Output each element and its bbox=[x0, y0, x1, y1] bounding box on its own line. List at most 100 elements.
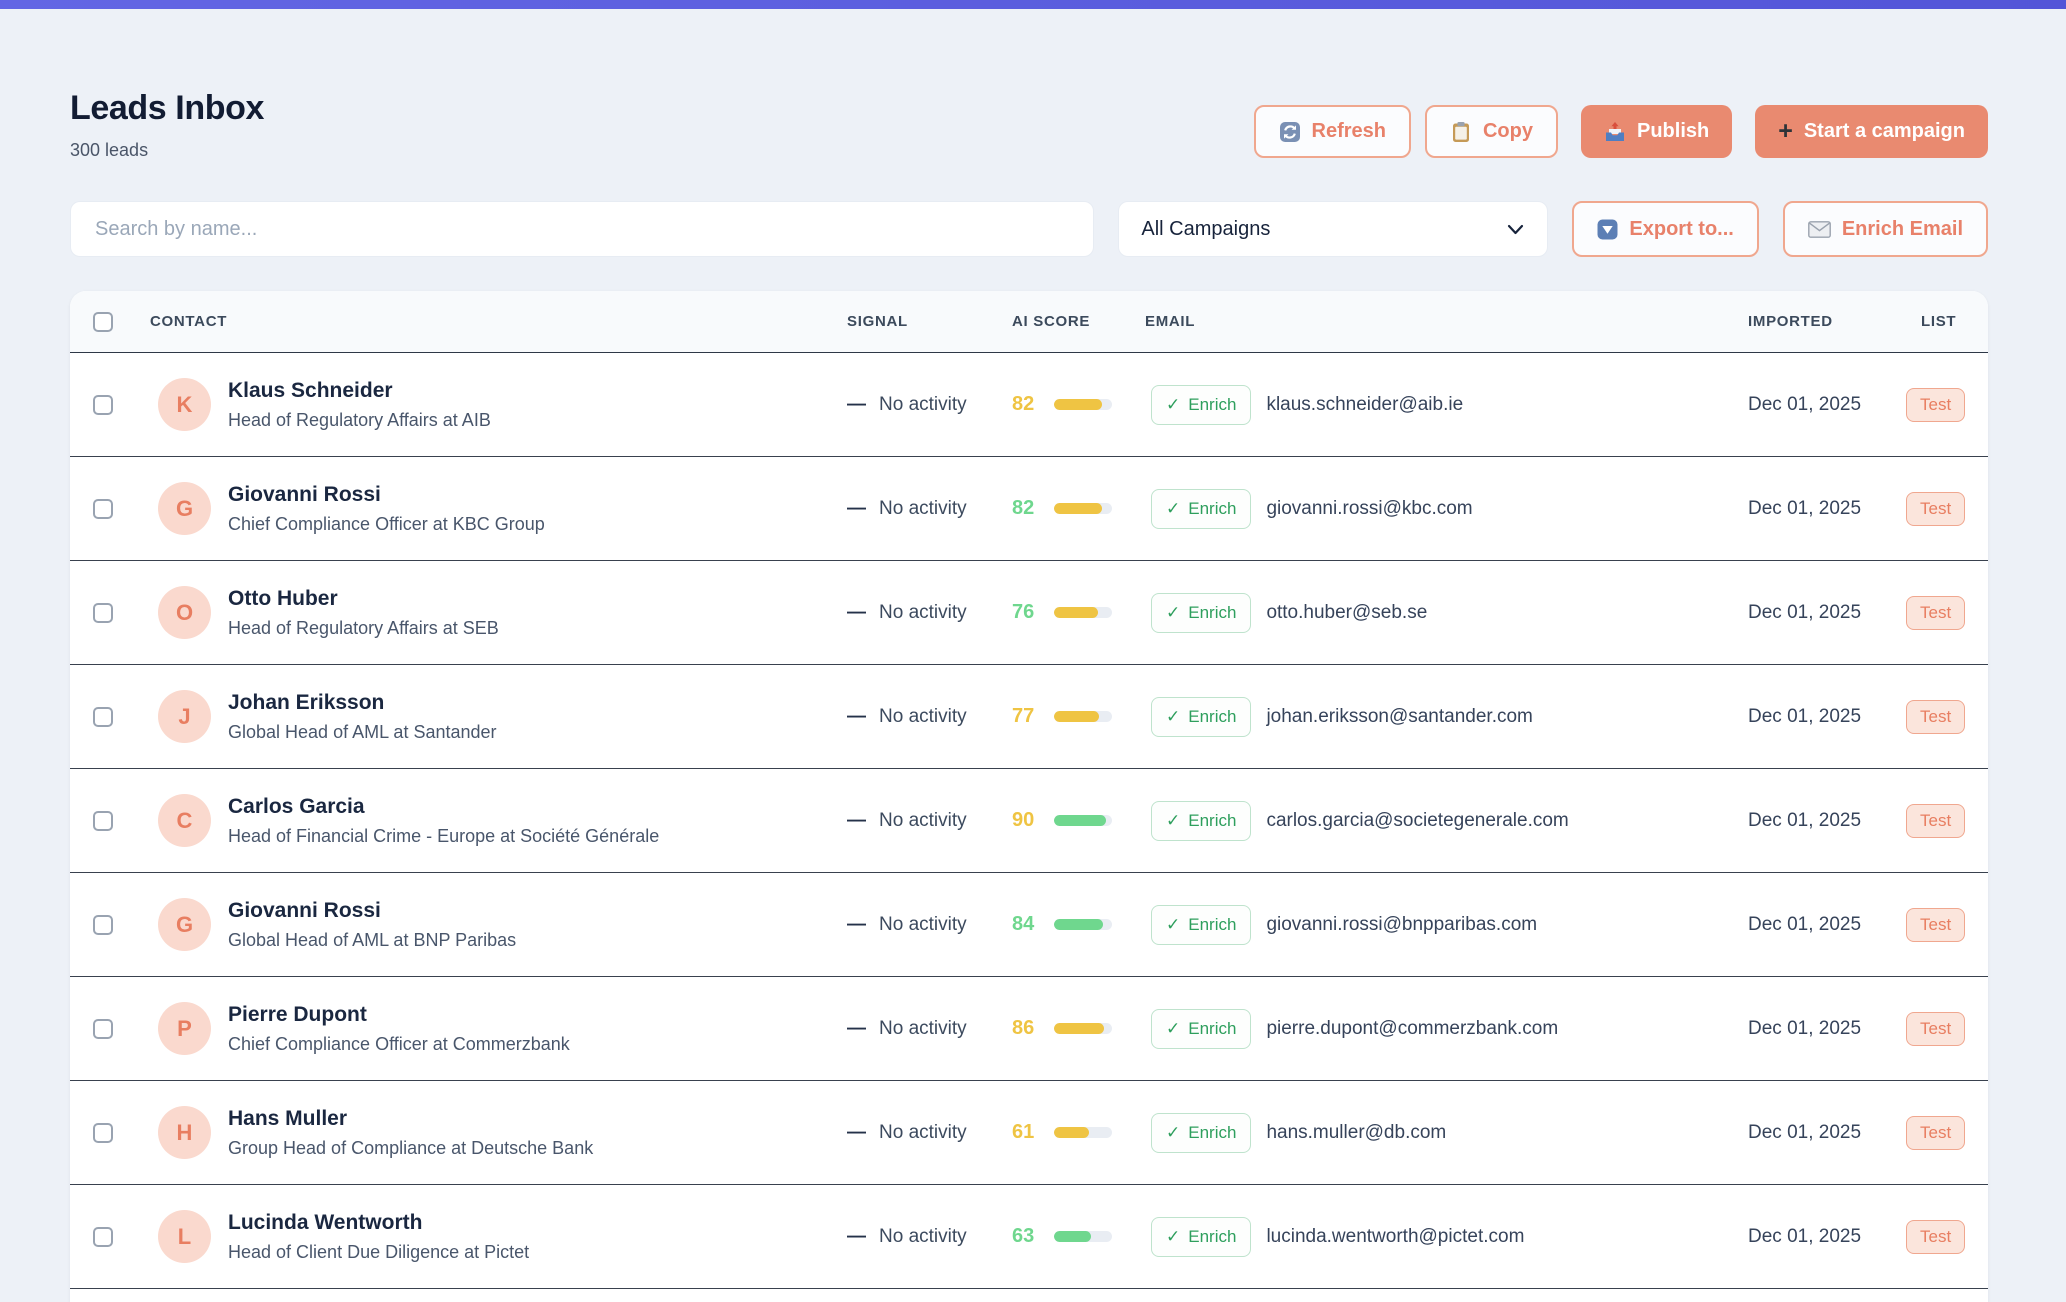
enrich-label: Enrich bbox=[1188, 1227, 1236, 1247]
list-badge[interactable]: Test bbox=[1906, 388, 1965, 422]
contact-name[interactable]: Klaus Schneider bbox=[228, 378, 491, 404]
contact-name[interactable]: Hans Muller bbox=[228, 1106, 593, 1132]
row-checkbox[interactable] bbox=[93, 707, 113, 727]
email-text[interactable]: klaus.schneider@aib.ie bbox=[1266, 394, 1463, 416]
email-text[interactable]: giovanni.rossi@kbc.com bbox=[1266, 498, 1472, 520]
ai-score-bar-fill bbox=[1054, 1023, 1104, 1034]
contact-name[interactable]: Johan Eriksson bbox=[228, 690, 497, 716]
start-campaign-button[interactable]: + Start a campaign bbox=[1755, 105, 1988, 158]
contact-title: Head of Regulatory Affairs at AIB bbox=[228, 409, 491, 432]
row-checkbox[interactable] bbox=[93, 1227, 113, 1247]
list-badge[interactable]: Test bbox=[1906, 700, 1965, 734]
enrich-button[interactable]: ✓ Enrich bbox=[1151, 593, 1251, 633]
list-badge[interactable]: Test bbox=[1906, 492, 1965, 526]
contact-name[interactable]: Lucinda Wentworth bbox=[228, 1210, 529, 1236]
email-text[interactable]: otto.huber@seb.se bbox=[1266, 602, 1427, 624]
email-text[interactable]: hans.muller@db.com bbox=[1266, 1122, 1446, 1144]
enrich-label: Enrich bbox=[1188, 395, 1236, 415]
refresh-button[interactable]: Refresh bbox=[1254, 105, 1411, 158]
enrich-email-label: Enrich Email bbox=[1842, 218, 1963, 241]
enrich-button[interactable]: ✓ Enrich bbox=[1151, 385, 1251, 425]
enrich-label: Enrich bbox=[1188, 811, 1236, 831]
publish-button[interactable]: Publish bbox=[1581, 105, 1732, 158]
enrich-button[interactable]: ✓ Enrich bbox=[1151, 489, 1251, 529]
list-badge[interactable]: Test bbox=[1906, 1012, 1965, 1046]
signal-dash-icon: — bbox=[847, 706, 866, 728]
email-text[interactable]: pierre.dupont@commerzbank.com bbox=[1266, 1018, 1558, 1040]
row-checkbox[interactable] bbox=[93, 1123, 113, 1143]
check-icon: ✓ bbox=[1166, 395, 1180, 415]
signal-text: No activity bbox=[879, 602, 967, 624]
enrich-button[interactable]: ✓ Enrich bbox=[1151, 697, 1251, 737]
contact-name[interactable]: Giovanni Rossi bbox=[228, 898, 516, 924]
row-checkbox[interactable] bbox=[93, 915, 113, 935]
ai-score-bar-fill bbox=[1054, 919, 1103, 930]
avatar: C bbox=[158, 794, 211, 847]
signal-text: No activity bbox=[879, 706, 967, 728]
contact-title: Chief Compliance Officer at Commerzbank bbox=[228, 1033, 570, 1056]
table-row: C Carlos Garcia Head of Financial Crime … bbox=[70, 769, 1988, 873]
ai-score-value: 82 bbox=[1012, 393, 1045, 416]
ai-score-value: 77 bbox=[1012, 705, 1045, 728]
list-badge[interactable]: Test bbox=[1906, 1220, 1965, 1254]
ai-score-value: 90 bbox=[1012, 809, 1045, 832]
ai-score-bar-fill bbox=[1054, 399, 1102, 410]
list-badge[interactable]: Test bbox=[1906, 804, 1965, 838]
campaign-select[interactable]: All Campaigns bbox=[1118, 201, 1548, 257]
list-badge[interactable]: Test bbox=[1906, 1116, 1965, 1150]
table-row: O Otto Huber Head of Regulatory Affairs … bbox=[70, 561, 1988, 665]
enrich-button[interactable]: ✓ Enrich bbox=[1151, 1009, 1251, 1049]
refresh-label: Refresh bbox=[1312, 120, 1386, 143]
email-text[interactable]: giovanni.rossi@bnpparibas.com bbox=[1266, 914, 1537, 936]
signal-dash-icon: — bbox=[847, 810, 866, 832]
list-badge[interactable]: Test bbox=[1906, 908, 1965, 942]
row-checkbox[interactable] bbox=[93, 603, 113, 623]
row-checkbox[interactable] bbox=[93, 395, 113, 415]
row-checkbox[interactable] bbox=[93, 499, 113, 519]
envelope-icon bbox=[1808, 221, 1831, 238]
enrich-email-button[interactable]: Enrich Email bbox=[1783, 201, 1988, 257]
ai-score-value: 63 bbox=[1012, 1225, 1045, 1248]
contact-name[interactable]: Pierre Dupont bbox=[228, 1002, 570, 1028]
table-row: H Hans Muller Group Head of Compliance a… bbox=[70, 1081, 1988, 1185]
avatar: G bbox=[158, 898, 211, 951]
outbox-tray-icon bbox=[1604, 121, 1626, 143]
contact-name[interactable]: Giovanni Rossi bbox=[228, 482, 545, 508]
email-text[interactable]: lucinda.wentworth@pictet.com bbox=[1266, 1226, 1524, 1248]
ai-score-bar bbox=[1054, 711, 1112, 722]
contact-name[interactable]: Carlos Garcia bbox=[228, 794, 659, 820]
select-all-checkbox[interactable] bbox=[93, 312, 113, 332]
email-text[interactable]: johan.eriksson@santander.com bbox=[1266, 706, 1532, 728]
email-text[interactable]: carlos.garcia@societegenerale.com bbox=[1266, 810, 1568, 832]
contact-name[interactable]: Otto Huber bbox=[228, 586, 499, 612]
copy-label: Copy bbox=[1483, 120, 1533, 143]
export-button[interactable]: Export to... bbox=[1572, 201, 1758, 257]
check-icon: ✓ bbox=[1166, 811, 1180, 831]
avatar: O bbox=[158, 586, 211, 639]
signal-text: No activity bbox=[879, 1226, 967, 1248]
column-header-signal: SIGNAL bbox=[830, 313, 1000, 330]
avatar: K bbox=[158, 378, 211, 431]
list-badge[interactable]: Test bbox=[1906, 596, 1965, 630]
imported-date: Dec 01, 2025 bbox=[1748, 1122, 1861, 1143]
check-icon: ✓ bbox=[1166, 1227, 1180, 1247]
copy-button[interactable]: Copy bbox=[1425, 105, 1558, 158]
ai-score-bar bbox=[1054, 815, 1112, 826]
enrich-button[interactable]: ✓ Enrich bbox=[1151, 801, 1251, 841]
enrich-button[interactable]: ✓ Enrich bbox=[1151, 1217, 1251, 1257]
table-header: CONTACT SIGNAL AI SCORE EMAIL IMPORTED L… bbox=[70, 291, 1988, 353]
search-input[interactable] bbox=[70, 201, 1094, 257]
campaign-select-value: All Campaigns bbox=[1141, 218, 1270, 241]
ai-score-bar bbox=[1054, 919, 1112, 930]
avatar: H bbox=[158, 1106, 211, 1159]
row-checkbox[interactable] bbox=[93, 1019, 113, 1039]
ai-score-value: 82 bbox=[1012, 497, 1045, 520]
publish-label: Publish bbox=[1637, 120, 1709, 143]
row-checkbox[interactable] bbox=[93, 811, 113, 831]
table-row: P Pierre Dupont Chief Compliance Officer… bbox=[70, 977, 1988, 1081]
start-campaign-label: Start a campaign bbox=[1804, 120, 1965, 143]
enrich-button[interactable]: ✓ Enrich bbox=[1151, 905, 1251, 945]
enrich-label: Enrich bbox=[1188, 1019, 1236, 1039]
enrich-button[interactable]: ✓ Enrich bbox=[1151, 1113, 1251, 1153]
table-row: G Giovanni Rossi Chief Compliance Office… bbox=[70, 457, 1988, 561]
